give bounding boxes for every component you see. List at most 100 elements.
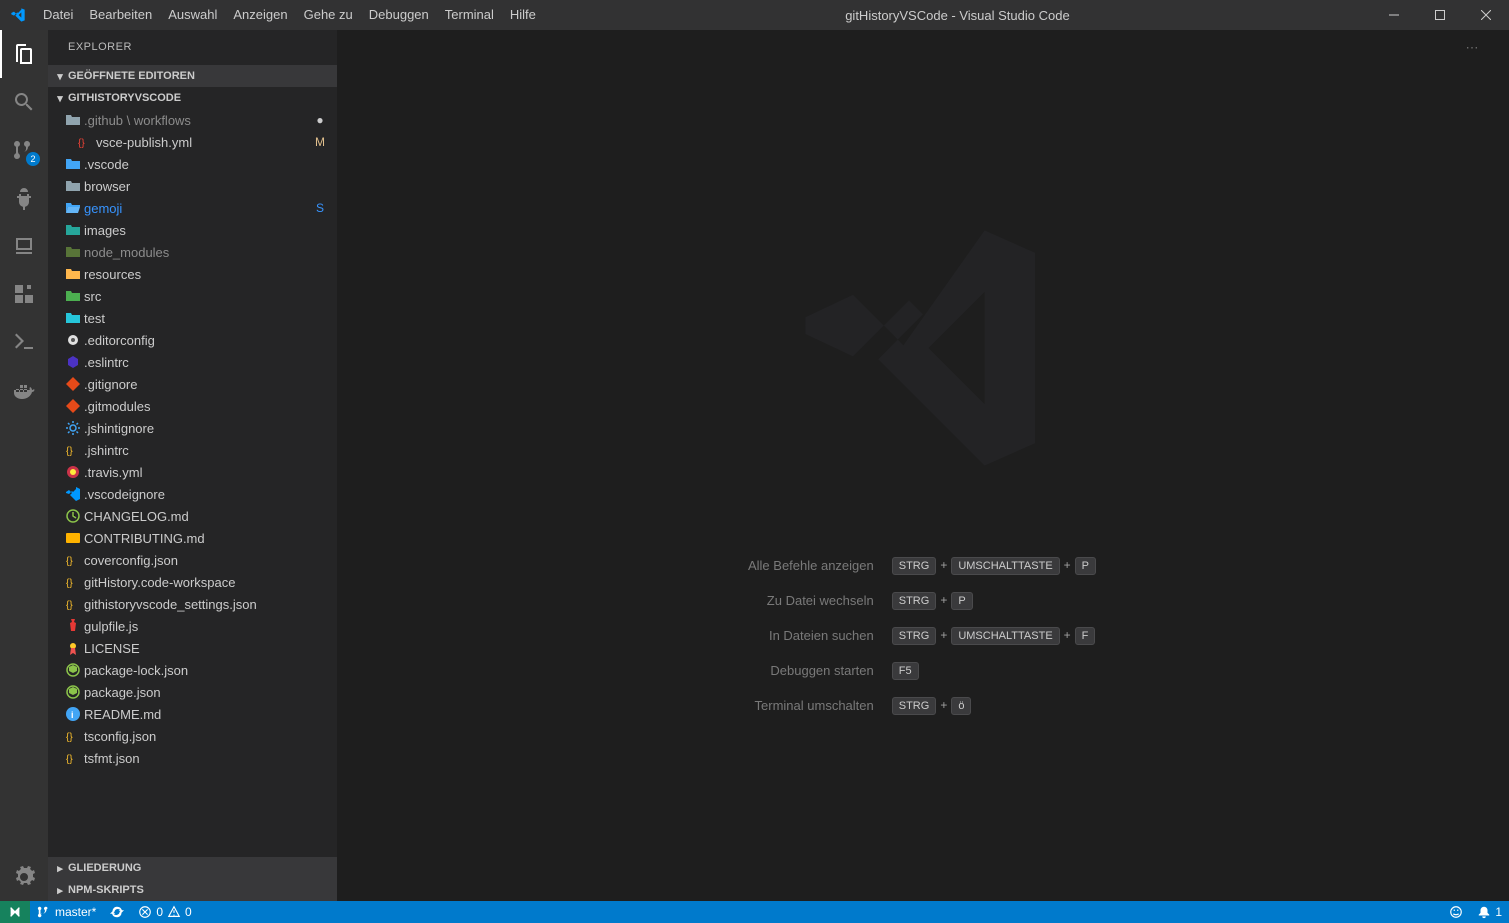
json-icon: {} (62, 750, 84, 766)
tree-item[interactable]: src (48, 285, 337, 307)
status-notifications[interactable]: 1 (1470, 901, 1509, 923)
folder-src-icon (62, 288, 84, 304)
debug-icon (12, 186, 36, 210)
tree-item[interactable]: CONTRIBUTING.md (48, 527, 337, 549)
git-icon (62, 398, 84, 414)
tree-item[interactable]: {}gitHistory.code-workspace (48, 571, 337, 593)
menu-gehezu[interactable]: Gehe zu (296, 0, 361, 30)
activity-bar: 2 (0, 30, 48, 901)
json-icon: {} (62, 574, 84, 590)
minimize-button[interactable] (1371, 0, 1417, 30)
git-icon (62, 376, 84, 392)
tree-item[interactable]: iREADME.md (48, 703, 337, 725)
tree-item[interactable]: .gitmodules (48, 395, 337, 417)
shortcut-label: In Dateien suchen (740, 618, 882, 653)
activity-extensions[interactable] (0, 270, 48, 318)
status-branch[interactable]: master* (30, 901, 103, 923)
tree-item-label: .eslintrc (84, 355, 313, 370)
tree-item[interactable]: {}tsconfig.json (48, 725, 337, 747)
activity-settings[interactable] (0, 853, 48, 901)
status-problems[interactable]: 0 0 (131, 901, 198, 923)
activity-debug[interactable] (0, 174, 48, 222)
activity-terminal[interactable] (0, 318, 48, 366)
section-open-editors[interactable]: ▾ GEÖFFNETE EDITOREN (48, 65, 337, 87)
chevron-right-icon: ▸ (52, 862, 68, 875)
plus-separator: + (940, 593, 947, 607)
json-icon: {} (62, 728, 84, 744)
vscode-watermark-icon (783, 208, 1063, 488)
tree-item-label: package-lock.json (84, 663, 313, 678)
activity-docker[interactable] (0, 366, 48, 414)
chevron-right-icon: ▸ (52, 884, 68, 897)
tree-item[interactable]: {}tsfmt.json (48, 747, 337, 769)
status-warnings-count: 0 (185, 905, 192, 919)
md-icon (62, 530, 84, 546)
menu-debuggen[interactable]: Debuggen (361, 0, 437, 30)
tree-item-label: coverconfig.json (84, 553, 313, 568)
section-outline[interactable]: ▸ GLIEDERUNG (48, 857, 337, 879)
more-tabs-icon[interactable]: ⋯ (1463, 30, 1481, 65)
menu-bearbeiten[interactable]: Bearbeiten (81, 0, 160, 30)
close-button[interactable] (1463, 0, 1509, 30)
menu-bar: Datei Bearbeiten Auswahl Anzeigen Gehe z… (35, 0, 544, 30)
status-feedback[interactable] (1442, 901, 1470, 923)
tree-item[interactable]: images (48, 219, 337, 241)
tree-item[interactable]: .vscode (48, 153, 337, 175)
key: ö (951, 697, 971, 715)
file-tree[interactable]: .github \ workflows●{}vsce-publish.ymlM.… (48, 109, 337, 857)
tree-item[interactable]: LICENSE (48, 637, 337, 659)
maximize-button[interactable] (1417, 0, 1463, 30)
menu-auswahl[interactable]: Auswahl (160, 0, 225, 30)
tree-item[interactable]: .travis.yml (48, 461, 337, 483)
status-sync[interactable] (103, 901, 131, 923)
tree-item[interactable]: node_modules (48, 241, 337, 263)
section-npm[interactable]: ▸ NPM-SKRIPTS (48, 879, 337, 901)
section-project[interactable]: ▾ GITHISTORYVSCODE (48, 87, 337, 109)
folder-icon (62, 178, 84, 194)
activity-explorer[interactable] (0, 30, 48, 78)
tree-item-label: browser (84, 179, 313, 194)
tree-item-label: .gitmodules (84, 399, 313, 414)
menu-anzeigen[interactable]: Anzeigen (225, 0, 295, 30)
menu-hilfe[interactable]: Hilfe (502, 0, 544, 30)
tree-item[interactable]: .jshintignore (48, 417, 337, 439)
tree-item[interactable]: gulpfile.js (48, 615, 337, 637)
tree-item-label: CONTRIBUTING.md (84, 531, 313, 546)
tree-item-label: resources (84, 267, 313, 282)
tree-item[interactable]: .eslintrc (48, 351, 337, 373)
readme-icon: i (62, 706, 84, 722)
tree-item[interactable]: {}vsce-publish.ymlM (48, 131, 337, 153)
tree-item-label: gulpfile.js (84, 619, 313, 634)
status-remote[interactable] (0, 901, 30, 923)
tree-item-label: package.json (84, 685, 313, 700)
tree-item-label: test (84, 311, 313, 326)
tree-item[interactable]: package.json (48, 681, 337, 703)
section-outline-label: GLIEDERUNG (68, 862, 141, 874)
menu-terminal[interactable]: Terminal (437, 0, 502, 30)
shortcut-row: Debuggen startenF5 (740, 653, 1106, 688)
tree-item[interactable]: {}githistoryvscode_settings.json (48, 593, 337, 615)
svg-text:{}: {} (66, 446, 73, 457)
vscode-icon (62, 486, 84, 502)
activity-search[interactable] (0, 78, 48, 126)
tree-item-label: gemoji (84, 201, 313, 216)
tree-item[interactable]: browser (48, 175, 337, 197)
activity-scm[interactable]: 2 (0, 126, 48, 174)
tree-item[interactable]: .github \ workflows● (48, 109, 337, 131)
tree-item[interactable]: gemojiS (48, 197, 337, 219)
tree-item[interactable]: .vscodeignore (48, 483, 337, 505)
tree-item[interactable]: .editorconfig (48, 329, 337, 351)
tree-item[interactable]: {}.jshintrc (48, 439, 337, 461)
shortcut-keys: F5 (882, 653, 1106, 688)
tree-item[interactable]: package-lock.json (48, 659, 337, 681)
menu-datei[interactable]: Datei (35, 0, 81, 30)
tree-item[interactable]: .gitignore (48, 373, 337, 395)
tree-item[interactable]: test (48, 307, 337, 329)
tree-item[interactable]: {}coverconfig.json (48, 549, 337, 571)
status-errors-count: 0 (156, 905, 163, 919)
tree-item[interactable]: CHANGELOG.md (48, 505, 337, 527)
tree-item-status: M (313, 135, 327, 149)
key: F5 (892, 662, 919, 680)
activity-remote[interactable] (0, 222, 48, 270)
tree-item[interactable]: resources (48, 263, 337, 285)
